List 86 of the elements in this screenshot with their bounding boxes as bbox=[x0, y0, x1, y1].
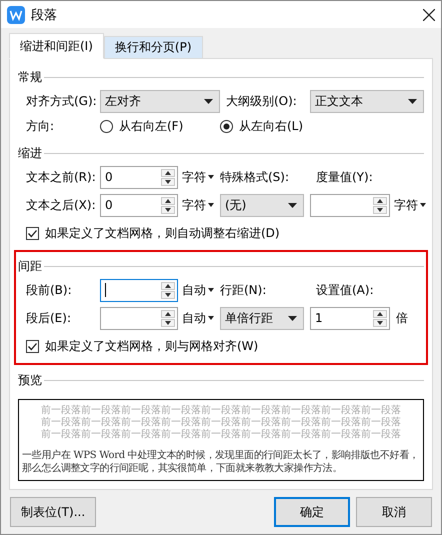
field-label: 段后(E): bbox=[26, 310, 72, 327]
spin-down-button[interactable] bbox=[373, 318, 387, 327]
preview-placeholder-text: 前一段落前一段落前一段落前一段落前一段落前一段落前一段落前一段落前一段落 bbox=[41, 405, 401, 416]
indent-after-field[interactable]: 0 bbox=[100, 194, 178, 217]
field-label: 段前(B): bbox=[26, 282, 73, 299]
tab[interactable]: 换行和分页(P) bbox=[104, 36, 203, 59]
dropdown-caret-icon bbox=[288, 202, 297, 208]
unit-dropdown[interactable]: 字符 bbox=[390, 196, 426, 214]
down-arrow-icon bbox=[377, 208, 383, 212]
caret-icon bbox=[208, 288, 214, 292]
unit-dropdown[interactable]: 字符 bbox=[178, 168, 220, 186]
down-arrow-icon bbox=[165, 180, 171, 184]
section-heading: 缩进 bbox=[18, 144, 42, 162]
spin-up-button[interactable] bbox=[373, 310, 387, 318]
checkbox-label: 如果定义了文档网格，则自动调整右缩进(D) bbox=[45, 224, 280, 242]
app-logo-icon bbox=[7, 6, 25, 24]
spin-up-button[interactable] bbox=[161, 196, 175, 205]
caret-icon bbox=[208, 175, 214, 180]
window-title: 段落 bbox=[31, 6, 58, 24]
up-arrow-icon bbox=[377, 198, 383, 203]
checkbox[interactable] bbox=[26, 226, 39, 240]
checkbox-label: 如果定义了文档网格，则与网格对齐(W) bbox=[45, 338, 258, 355]
radio-label: 从右向左(F) bbox=[119, 118, 184, 135]
setting-value-field[interactable]: 1 bbox=[310, 306, 390, 330]
dialog-button[interactable]: 确定 bbox=[274, 497, 350, 527]
dropdown-caret-icon bbox=[288, 316, 297, 321]
down-arrow-icon bbox=[165, 320, 171, 325]
down-arrow-icon bbox=[165, 208, 171, 212]
field-label: 文本之后(X): bbox=[26, 196, 97, 214]
unit-dropdown[interactable]: 自动 bbox=[178, 310, 220, 327]
unit-dropdown[interactable]: 自动 bbox=[178, 282, 220, 299]
preview-placeholder-text: 前一段落前一段落前一段落前一段落前一段落前一段落前一段落前一段落前一段落 bbox=[41, 429, 401, 441]
spacing-before-field[interactable] bbox=[100, 278, 178, 302]
down-arrow-icon bbox=[377, 320, 383, 325]
radio-label: 从左向右(L) bbox=[239, 118, 304, 135]
spin-down-button[interactable] bbox=[161, 318, 175, 327]
text-cursor bbox=[105, 283, 106, 298]
spin-down-button[interactable] bbox=[373, 206, 387, 214]
spin-down-button[interactable] bbox=[161, 178, 175, 186]
field-label: 行距(N): bbox=[220, 282, 268, 299]
section-heading: 常规 bbox=[18, 69, 42, 86]
spin-up-button[interactable] bbox=[161, 168, 175, 177]
dropdown-caret-icon bbox=[204, 99, 213, 104]
preview-paragraph-text: 一些用户在 WPS Word 中处理文本的时候，发现里面的行间距太长了，影响排版也不好看， bbox=[22, 449, 419, 462]
checkbox[interactable] bbox=[26, 340, 39, 353]
field-label: 设置值(A): bbox=[315, 282, 375, 299]
spin-up-button[interactable] bbox=[161, 310, 175, 318]
dialog-button[interactable]: 制表位(T)... bbox=[10, 497, 96, 527]
field-label: 对齐方式(G): bbox=[26, 93, 98, 110]
indent-before-field[interactable]: 0 bbox=[100, 166, 178, 189]
tab[interactable]: 缩进和间距(I) bbox=[9, 33, 104, 59]
section-heading: 预览 bbox=[18, 372, 42, 389]
close-icon[interactable] bbox=[423, 8, 435, 21]
up-arrow-icon bbox=[165, 284, 171, 288]
measure-field[interactable] bbox=[310, 194, 390, 217]
up-arrow-icon bbox=[377, 312, 383, 316]
down-arrow-icon bbox=[165, 292, 171, 297]
alignment-select[interactable]: 左对齐 bbox=[100, 90, 220, 113]
spin-down-button[interactable] bbox=[161, 206, 175, 214]
field-label: 特殊格式(S): bbox=[220, 168, 290, 186]
unit-dropdown[interactable]: 字符 bbox=[178, 196, 220, 214]
caret-icon bbox=[208, 203, 214, 208]
caret-icon bbox=[208, 316, 214, 320]
spin-down-button[interactable] bbox=[161, 290, 175, 299]
caret-icon bbox=[420, 203, 426, 208]
field-label: 度量值(Y): bbox=[315, 168, 374, 186]
up-arrow-icon bbox=[165, 170, 171, 175]
radio-button[interactable] bbox=[220, 120, 233, 133]
up-arrow-icon bbox=[165, 198, 171, 203]
spin-up-button[interactable] bbox=[373, 196, 387, 205]
field-label: 大纲级别(O): bbox=[225, 93, 298, 110]
spacing-after-field[interactable] bbox=[100, 306, 178, 330]
field-label: 文本之前(R): bbox=[26, 168, 97, 186]
spin-up-button[interactable] bbox=[161, 282, 175, 290]
line-spacing-select[interactable]: 单倍行距 bbox=[220, 306, 304, 330]
outline-level-select[interactable]: 正文文本 bbox=[310, 90, 424, 113]
dropdown-caret-icon bbox=[408, 99, 417, 104]
up-arrow-icon bbox=[165, 312, 171, 316]
preview-paragraph-text: 那么怎么调整文字的行间距呢，其实很简单，下面就来教教大家操作方法。 bbox=[22, 462, 342, 475]
special-format-select[interactable]: (无) bbox=[220, 194, 304, 217]
field-label: 方向: bbox=[26, 118, 56, 135]
dialog-button[interactable]: 取消 bbox=[356, 497, 432, 527]
unit-label: 倍 bbox=[395, 310, 409, 327]
radio-button[interactable] bbox=[100, 120, 113, 133]
preview-placeholder-text: 前一段落前一段落前一段落前一段落前一段落前一段落前一段落前一段落前一段落 bbox=[41, 417, 401, 428]
section-heading: 间距 bbox=[18, 258, 42, 275]
